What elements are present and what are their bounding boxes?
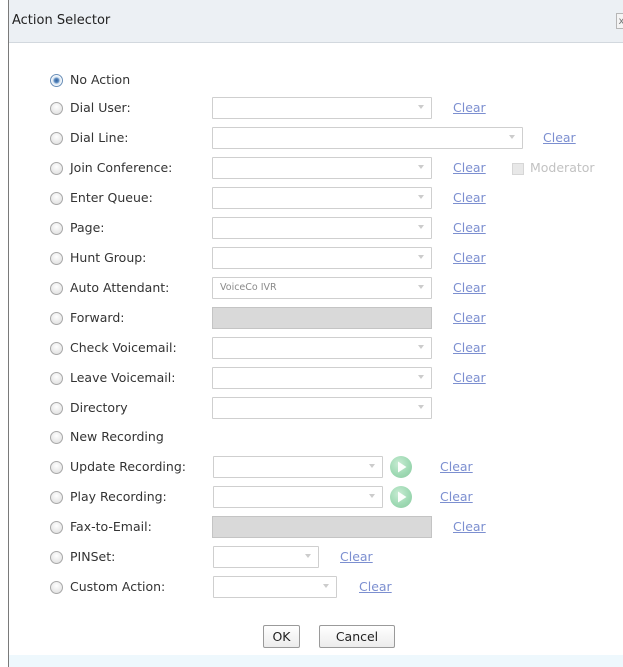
dialog-content: No Action Dial User: Clear Dial Line: Cl… — [9, 43, 623, 655]
radio-leave-voicemail[interactable] — [50, 372, 63, 385]
label-update-recording: Update Recording: — [70, 459, 186, 474]
auto-attendant-clear-link[interactable]: Clear — [453, 280, 486, 295]
leave-voicemail-clear-link[interactable]: Clear — [453, 370, 486, 385]
dialog-title: Action Selector — [12, 13, 111, 28]
update-recording-clear-link[interactable]: Clear — [440, 459, 473, 474]
radio-check-voicemail[interactable] — [50, 342, 63, 355]
radio-new-recording[interactable] — [50, 431, 63, 444]
radio-play-recording[interactable] — [50, 491, 63, 504]
cancel-button[interactable]: Cancel — [319, 625, 395, 648]
update-recording-play-icon[interactable] — [390, 456, 412, 478]
label-directory: Directory — [70, 400, 128, 415]
label-check-voicemail: Check Voicemail: — [70, 340, 177, 355]
dialog-titlebar: Action Selector x — [9, 0, 623, 43]
label-dial-user: Dial User: — [70, 100, 131, 115]
forward-field[interactable] — [212, 307, 432, 329]
label-forward: Forward: — [70, 310, 125, 325]
page-clear-link[interactable]: Clear — [453, 220, 486, 235]
label-play-recording: Play Recording: — [70, 489, 167, 504]
forward-clear-link[interactable]: Clear — [453, 310, 486, 325]
label-no-action: No Action — [70, 72, 131, 87]
radio-pinset[interactable] — [50, 551, 63, 564]
radio-forward[interactable] — [50, 312, 63, 325]
label-leave-voicemail: Leave Voicemail: — [70, 370, 176, 385]
custom-action-clear-link[interactable]: Clear — [359, 579, 392, 594]
radio-page[interactable] — [50, 222, 63, 235]
directory-select[interactable] — [212, 397, 432, 419]
pinset-select[interactable] — [213, 546, 319, 568]
fax-to-email-clear-link[interactable]: Clear — [453, 519, 486, 534]
ok-button[interactable]: OK — [263, 625, 300, 648]
fax-to-email-field[interactable] — [212, 516, 432, 538]
label-hunt-group: Hunt Group: — [70, 250, 147, 265]
label-pinset: PINSet: — [70, 549, 116, 564]
custom-action-select[interactable] — [213, 576, 337, 598]
radio-dial-user[interactable] — [50, 102, 63, 115]
play-recording-clear-link[interactable]: Clear — [440, 489, 473, 504]
radio-enter-queue[interactable] — [50, 192, 63, 205]
label-auto-attendant: Auto Attendant: — [70, 280, 170, 295]
radio-auto-attendant[interactable] — [50, 282, 63, 295]
radio-join-conference[interactable] — [50, 162, 63, 175]
dial-user-select[interactable] — [212, 97, 432, 119]
dial-line-clear-link[interactable]: Clear — [543, 130, 576, 145]
label-page: Page: — [70, 220, 105, 235]
play-recording-play-icon[interactable] — [390, 486, 412, 508]
radio-custom-action[interactable] — [50, 581, 63, 594]
update-recording-select[interactable] — [213, 456, 383, 478]
label-custom-action: Custom Action: — [70, 579, 166, 594]
page-select[interactable] — [212, 217, 432, 239]
radio-fax-to-email[interactable] — [50, 521, 63, 534]
leave-voicemail-select[interactable] — [212, 367, 432, 389]
hunt-group-select[interactable] — [212, 247, 432, 269]
radio-no-action[interactable] — [50, 74, 63, 87]
dial-user-clear-link[interactable]: Clear — [453, 100, 486, 115]
dialog-footer-strip — [9, 655, 623, 667]
action-selector-dialog: Action Selector x No Action Dial User: C… — [8, 0, 623, 667]
label-fax-to-email: Fax-to-Email: — [70, 519, 152, 534]
label-dial-line: Dial Line: — [70, 130, 129, 145]
label-new-recording: New Recording — [70, 429, 164, 444]
moderator-checkbox[interactable] — [512, 163, 524, 175]
radio-dial-line[interactable] — [50, 132, 63, 145]
close-icon[interactable]: x — [616, 13, 623, 29]
join-conference-clear-link[interactable]: Clear — [453, 160, 486, 175]
radio-hunt-group[interactable] — [50, 252, 63, 265]
join-conference-select[interactable] — [212, 157, 432, 179]
hunt-group-clear-link[interactable]: Clear — [453, 250, 486, 265]
enter-queue-clear-link[interactable]: Clear — [453, 190, 486, 205]
auto-attendant-value: VoiceCo IVR — [220, 282, 277, 293]
label-join-conference: Join Conference: — [70, 160, 173, 175]
auto-attendant-select[interactable]: VoiceCo IVR — [212, 277, 432, 299]
pinset-clear-link[interactable]: Clear — [340, 549, 373, 564]
moderator-label: Moderator — [530, 160, 595, 175]
enter-queue-select[interactable] — [212, 187, 432, 209]
radio-directory[interactable] — [50, 402, 63, 415]
check-voicemail-select[interactable] — [212, 337, 432, 359]
dial-line-select[interactable] — [212, 127, 523, 149]
label-enter-queue: Enter Queue: — [70, 190, 153, 205]
radio-update-recording[interactable] — [50, 461, 63, 474]
check-voicemail-clear-link[interactable]: Clear — [453, 340, 486, 355]
play-recording-select[interactable] — [213, 486, 383, 508]
